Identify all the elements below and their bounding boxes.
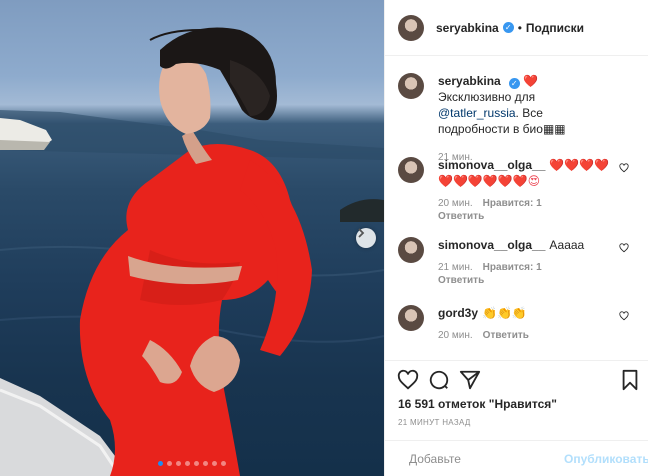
follow-button[interactable]: Подписки [526, 21, 584, 35]
comment-text: gord3y 👏👏👏 [438, 305, 615, 321]
avatar[interactable] [398, 157, 424, 183]
carousel-dot [221, 461, 226, 466]
author-username[interactable]: seryabkina [436, 21, 499, 35]
comments-list: seryabkina ✓ ❤️ Эксклюзивно для @tatler_r… [385, 57, 648, 360]
share-icon[interactable] [459, 369, 481, 391]
bookmark-icon[interactable] [619, 369, 641, 391]
comment-item: simonova__olga__ ❤️❤️❤️❤️❤️❤️❤️❤️❤️❤️😍 20… [385, 157, 648, 223]
likes-count[interactable]: 16 591 отметок "Нравится" [398, 397, 557, 411]
chevron-right-icon [358, 228, 365, 238]
comment-time: 20 мин. [438, 330, 473, 341]
carousel-dot [158, 461, 163, 466]
header-separator: • [517, 20, 522, 35]
avatar[interactable] [398, 73, 424, 99]
post-side-panel: seryabkina ✓ • Подписки seryabkina ✓ ❤️ Э… [384, 0, 648, 476]
carousel-dot [203, 461, 208, 466]
like-comment-heart-icon[interactable] [619, 311, 629, 321]
carousel-dot [194, 461, 199, 466]
heart-emoji: ❤️ [523, 74, 539, 88]
comment-item: simonova__olga__ Ааааа 21 мин. Нравится: 1… [385, 237, 648, 287]
reply-button[interactable]: Ответить [483, 330, 529, 341]
post-actions [385, 360, 648, 401]
avatar[interactable] [398, 237, 424, 263]
verified-badge-icon: ✓ [502, 22, 514, 33]
comment-likes-count[interactable]: Нравится: 1 [483, 262, 542, 273]
caption: seryabkina ✓ ❤️ Эксклюзивно для @tatler_r… [385, 73, 648, 164]
comment-username[interactable]: simonova__olga__ [438, 158, 545, 172]
avatar[interactable] [398, 14, 424, 41]
like-comment-heart-icon[interactable] [619, 243, 629, 253]
comment-time: 20 мин. [438, 198, 473, 209]
caption-text: seryabkina ✓ ❤️ Эксклюзивно для @tatler_r… [438, 73, 615, 137]
reply-button[interactable]: Ответить [438, 275, 484, 286]
comment-text: simonova__olga__ Ааааа [438, 237, 615, 253]
mention-link[interactable]: @tatler_russia [438, 106, 516, 120]
comment-time: 21 мин. [438, 262, 473, 273]
carousel-dot [212, 461, 217, 466]
likes-number: 16 591 отметок [398, 397, 486, 411]
comment-item: gord3y 👏👏👏 20 мин. Ответить [385, 305, 648, 342]
comment-username[interactable]: simonova__olga__ [438, 238, 545, 252]
post-photo[interactable] [0, 0, 384, 476]
avatar[interactable] [398, 305, 424, 331]
caption-suffix: ▦▦ [542, 122, 566, 136]
carousel-indicator [0, 461, 384, 466]
comment-input[interactable] [409, 451, 564, 466]
verified-badge-icon: ✓ [508, 78, 520, 89]
likes-label: "Нравится" [488, 397, 557, 411]
publish-button[interactable]: Опубликовать [564, 452, 648, 466]
instagram-post: seryabkina ✓ • Подписки seryabkina ✓ ❤️ Э… [0, 0, 648, 476]
comment-text: simonova__olga__ ❤️❤️❤️❤️❤️❤️❤️❤️❤️❤️😍 [438, 157, 615, 189]
reply-button[interactable]: Ответить [438, 211, 484, 222]
comment-meta: 20 мин. Нравится: 1 Ответить [438, 197, 615, 223]
photo-illustration [0, 27, 384, 476]
comment-likes-count[interactable]: Нравится: 1 [483, 198, 542, 209]
comment-username[interactable]: gord3y [438, 306, 478, 320]
post-timestamp: 21 минут назад [398, 418, 471, 427]
post-header: seryabkina ✓ • Подписки [385, 0, 648, 56]
heart-icon[interactable] [397, 369, 419, 391]
carousel-dot [167, 461, 172, 466]
caption-text-part1: Эксклюзивно для [438, 90, 536, 104]
caption-username[interactable]: seryabkina [438, 74, 501, 88]
like-comment-heart-icon[interactable] [619, 163, 629, 173]
next-photo-button[interactable] [356, 228, 376, 248]
comment-meta: 21 мин. Нравится: 1 Ответить [438, 261, 615, 287]
add-comment-bar: Опубликовать [385, 440, 648, 476]
comment-body: 👏👏👏 [482, 306, 527, 320]
carousel-dot [185, 461, 190, 466]
comment-meta: 20 мин. Ответить [438, 329, 615, 342]
comment-body: Ааааа [549, 238, 585, 252]
comment-icon[interactable] [428, 369, 450, 391]
carousel-dot [176, 461, 181, 466]
